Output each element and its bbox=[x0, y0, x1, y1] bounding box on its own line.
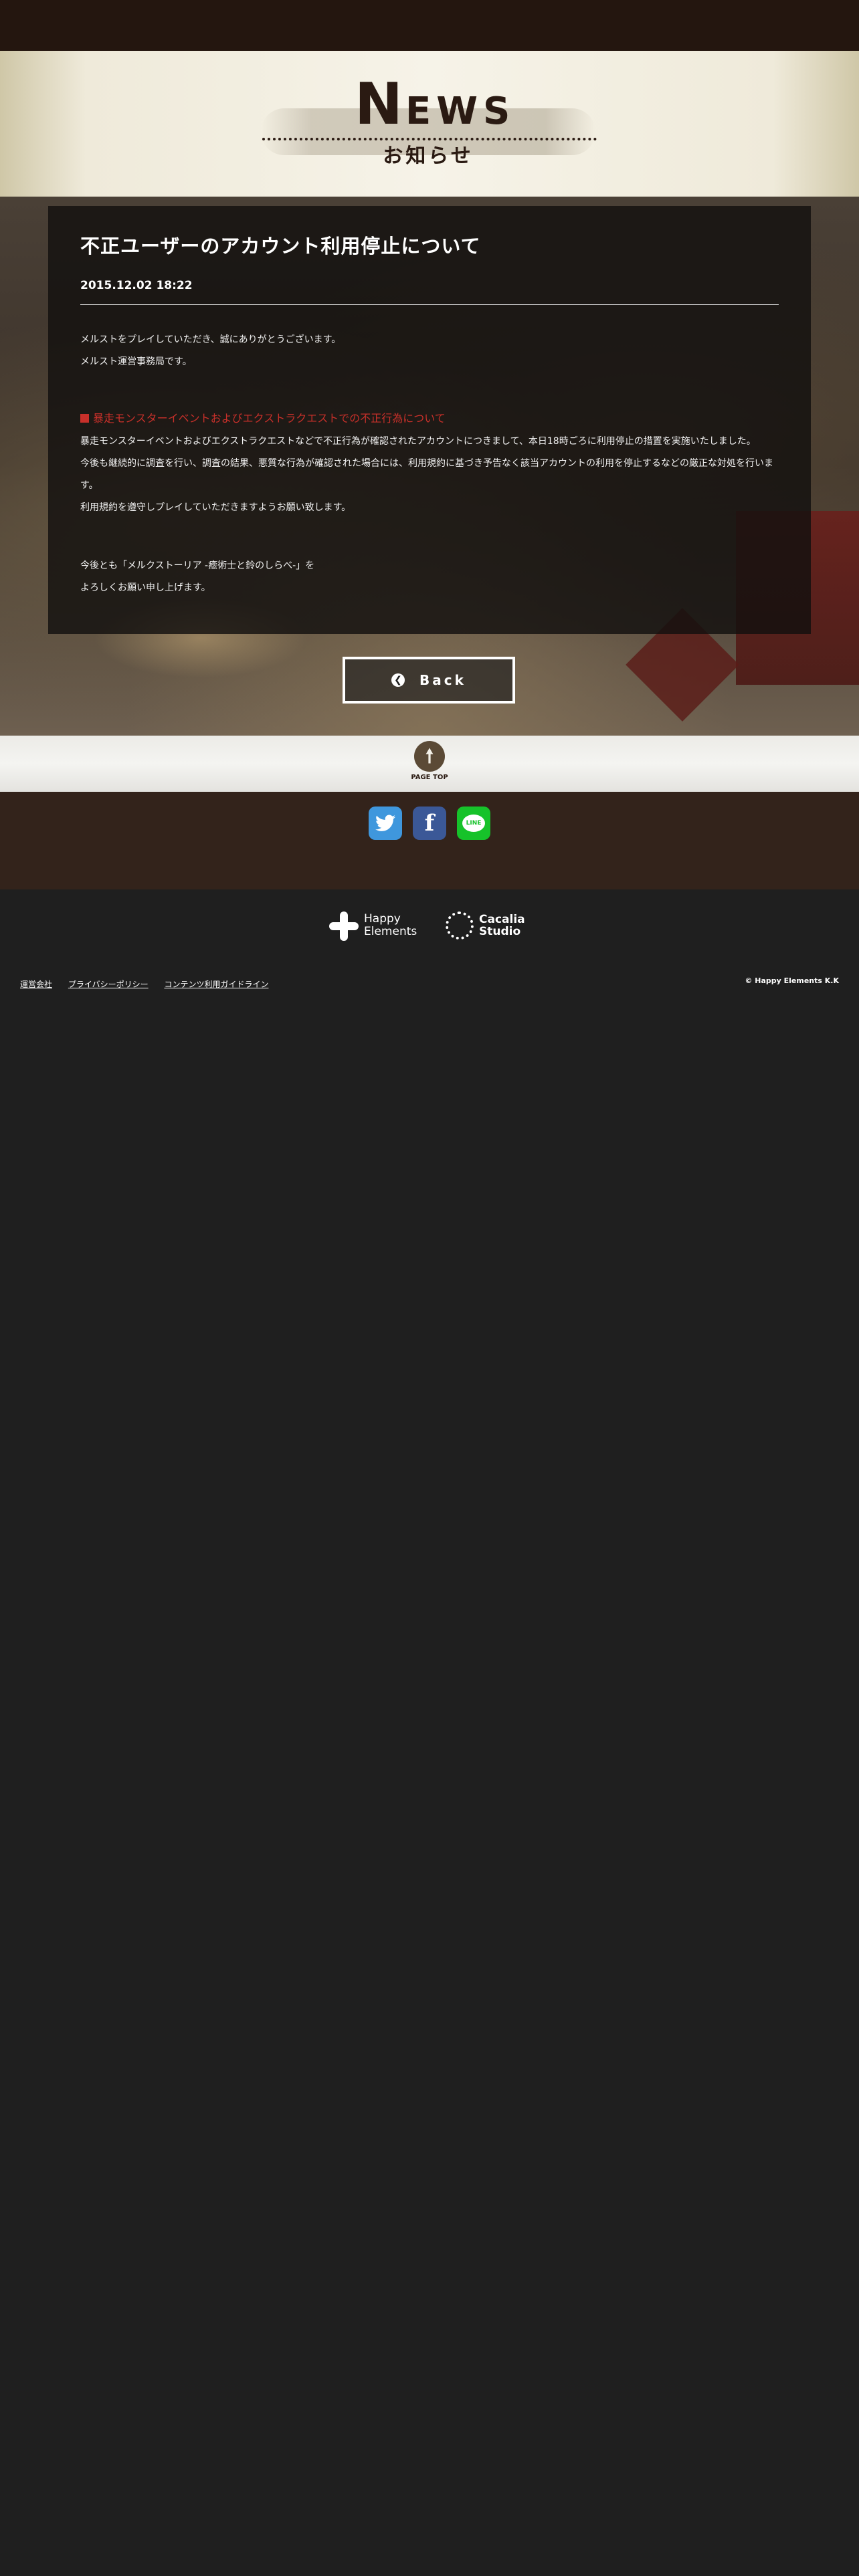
cacalia-studio-wordmark: Cacalia Studio bbox=[479, 913, 525, 938]
happy-elements-wordmark: Happy Elements bbox=[364, 912, 417, 938]
page-top-label: PAGE TOP bbox=[411, 774, 448, 781]
facebook-button[interactable]: f bbox=[413, 807, 446, 840]
news-title: NEWS bbox=[355, 76, 510, 133]
footer-link-company[interactable]: 運営会社 bbox=[20, 980, 52, 989]
article-divider bbox=[80, 304, 779, 305]
news-title-rest: EWS bbox=[405, 90, 516, 133]
cacalia-studio-logo[interactable]: Cacalia Studio bbox=[446, 907, 533, 944]
square-bullet-icon bbox=[80, 414, 89, 423]
section-body-line: 利用規約を遵守しプレイしていただきますようお願い致します。 bbox=[80, 502, 351, 513]
article-panel: 不正ユーザーのアカウント利用停止について 2015.12.02 18:22 メル… bbox=[48, 206, 811, 634]
news-header: NEWS お知らせ bbox=[0, 51, 859, 197]
closing-line: よろしくお願い申し上げます。 bbox=[80, 582, 211, 593]
section-body-line: 暴走モンスターイベントおよびエクストラクエストなどで不正行為が確認されたアカウン… bbox=[80, 436, 756, 447]
section-heading-text: 暴走モンスターイベントおよびエクストラクエストでの不正行為について bbox=[93, 412, 446, 425]
page-top-button[interactable]: 🠕 PAGE TOP bbox=[404, 738, 455, 789]
article-title: 不正ユーザーのアカウント利用停止について bbox=[80, 235, 481, 257]
twitter-icon bbox=[375, 815, 395, 831]
article-date: 2015.12.02 18:22 bbox=[80, 279, 193, 292]
twitter-button[interactable] bbox=[369, 807, 402, 840]
arrow-up-icon: 🠕 bbox=[414, 741, 445, 772]
chevron-left-circle-icon: ❮ bbox=[391, 673, 405, 687]
back-button-label: Back bbox=[419, 672, 466, 688]
section-body-line: 今後も継続的に調査を行い、調査の結果、悪質な行為が確認された場合には、利用規約に… bbox=[80, 458, 773, 491]
closing-line: 今後とも「メルクストーリア -癒術士と鈴のしらべ-」を bbox=[80, 560, 315, 571]
article-body: メルストをプレイしていただき、誠にありがとうございます。 メルスト運営事務局です… bbox=[80, 329, 779, 599]
cacalia-ring-icon bbox=[446, 911, 474, 940]
section-heading: 暴走モンスターイベントおよびエクストラクエストでの不正行為について bbox=[80, 407, 779, 431]
happy-elements-logo[interactable]: Happy Elements bbox=[328, 907, 428, 944]
footer-link-guidelines[interactable]: コンテンツ利用ガイドライン bbox=[164, 980, 268, 989]
news-title-initial: N bbox=[355, 71, 405, 138]
back-button[interactable]: ❮ Back bbox=[343, 657, 515, 704]
footer-links: 運営会社 プライバシーポリシー コンテンツ利用ガイドライン bbox=[20, 978, 421, 992]
dotted-divider bbox=[262, 138, 597, 140]
intro-line: メルストをプレイしていただき、誠にありがとうございます。 bbox=[80, 334, 341, 345]
footer-link-privacy[interactable]: プライバシーポリシー bbox=[68, 980, 149, 989]
intro-line: メルスト運営事務局です。 bbox=[80, 356, 192, 367]
pinwheel-icon bbox=[328, 910, 359, 941]
line-button[interactable]: LINE bbox=[457, 807, 490, 840]
top-bar bbox=[0, 0, 859, 51]
line-icon: LINE bbox=[462, 815, 485, 832]
footer bbox=[0, 889, 859, 2576]
news-subtitle: お知らせ bbox=[383, 144, 474, 168]
facebook-icon: f bbox=[424, 810, 435, 837]
copyright: © Happy Elements K.K bbox=[745, 976, 839, 985]
